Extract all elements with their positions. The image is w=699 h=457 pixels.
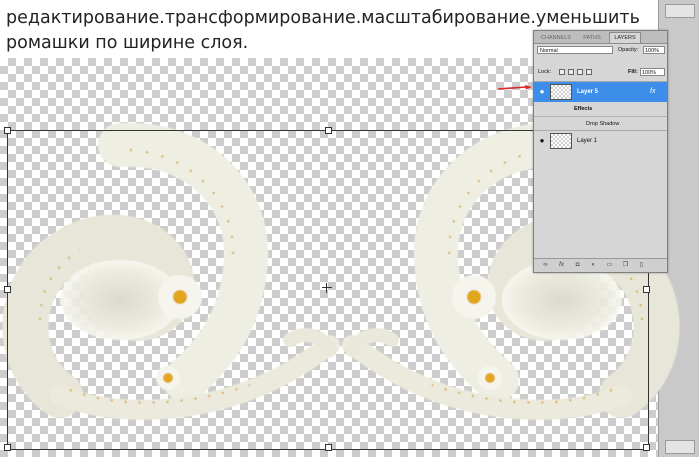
transform-handle-top[interactable] [325,127,332,134]
new-layer-icon[interactable]: ❐ [622,262,629,269]
transform-handle-left[interactable] [4,286,11,293]
layer-thumbnail [550,133,572,149]
lock-position-icon[interactable] [577,69,583,75]
layer-thumbnail [550,84,572,100]
opacity-field[interactable]: 100% [643,46,665,54]
lock-label: Lock: [538,69,552,75]
lock-row: Lock: Fill: 100% [534,66,667,79]
blend-row: Normal Opacity: 100% [534,44,667,57]
layer-row-layer-5[interactable]: ● Layer 5 fx [534,81,667,102]
effect-drop-shadow[interactable]: Drop Shadow [534,116,667,130]
tab-layers[interactable]: LAYERS [609,32,641,43]
transform-handle-right[interactable] [643,286,650,293]
layer-row-layer-1[interactable]: ● Layer 1 [534,130,667,151]
transform-center-icon[interactable] [322,283,332,293]
link-icon[interactable]: ∞ [542,262,549,269]
folder-icon[interactable]: ▭ [606,262,613,269]
fill-field[interactable]: 100% [640,68,665,76]
effects-label: Effects [574,106,593,112]
blend-mode-select[interactable]: Normal [537,46,613,54]
transform-handle-bottom-right[interactable] [643,444,650,451]
mask-icon[interactable]: ◘ [574,262,581,269]
transform-handle-top-left[interactable] [4,127,11,134]
panel-tabs: CHANNELS PATHS LAYERS [534,31,667,44]
lock-all-icon[interactable] [586,69,592,75]
visibility-eye-icon[interactable]: ● [537,87,547,97]
layers-panel: CHANNELS PATHS LAYERS Normal Opacity: 10… [533,30,668,273]
transform-handle-bottom[interactable] [325,444,332,451]
lock-transparent-icon[interactable] [559,69,565,75]
fx-icon[interactable]: fx [558,262,565,269]
fill-label: Fill: [628,69,638,75]
layer-name: Layer 5 [577,89,599,95]
trash-icon[interactable]: ▯ [638,262,645,269]
panel-bottom-toolbar: ∞ fx ◘ ◐ ▭ ❐ ▯ [534,258,667,272]
adjustment-icon[interactable]: ◐ [590,262,597,269]
tab-channels[interactable]: CHANNELS [537,33,575,43]
visibility-eye-icon[interactable]: ● [537,136,547,146]
transform-handle-bottom-left[interactable] [4,444,11,451]
opacity-label: Opacity: [618,47,639,53]
layer-name: Layer 1 [577,138,598,144]
fx-icon[interactable]: fx [650,87,655,96]
lock-image-icon[interactable] [568,69,574,75]
red-arrow-icon [498,85,532,90]
tab-paths[interactable]: PATHS [578,33,606,43]
